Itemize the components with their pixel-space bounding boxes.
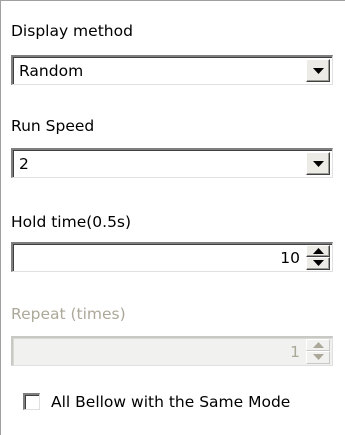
hold-time-label: Hold time(0.5s) bbox=[11, 213, 132, 231]
run-speed-dropdown-button[interactable] bbox=[306, 152, 330, 175]
repeat-value: 1 bbox=[290, 343, 300, 361]
display-method-label: Display method bbox=[11, 22, 133, 40]
chevron-down-icon bbox=[313, 161, 324, 167]
same-mode-label: All Bellow with the Same Mode bbox=[51, 393, 291, 411]
run-speed-select[interactable]: 2 bbox=[11, 148, 333, 178]
spin-down-icon bbox=[313, 354, 324, 360]
spin-up-icon bbox=[313, 248, 324, 254]
hold-time-increment-button[interactable] bbox=[306, 245, 330, 257]
repeat-increment-button[interactable] bbox=[306, 339, 330, 351]
repeat-spin-buttons bbox=[306, 339, 330, 364]
hold-time-value: 10 bbox=[280, 249, 300, 267]
run-speed-value: 2 bbox=[19, 155, 29, 173]
settings-panel: Display method Random Run Speed 2 Hold t… bbox=[0, 0, 345, 435]
repeat-decrement-button[interactable] bbox=[306, 351, 330, 364]
repeat-label: Repeat (times) bbox=[11, 305, 126, 323]
hold-time-spinbox[interactable]: 10 bbox=[11, 242, 333, 272]
spin-up-icon bbox=[313, 342, 324, 348]
spin-down-icon bbox=[313, 260, 324, 266]
display-method-value: Random bbox=[19, 62, 84, 80]
display-method-dropdown-button[interactable] bbox=[306, 59, 330, 82]
hold-time-spin-buttons bbox=[306, 245, 330, 270]
chevron-down-icon bbox=[313, 68, 324, 74]
display-method-select[interactable]: Random bbox=[11, 55, 333, 85]
hold-time-decrement-button[interactable] bbox=[306, 257, 330, 270]
same-mode-checkbox[interactable] bbox=[23, 393, 40, 410]
repeat-spinbox[interactable]: 1 bbox=[11, 336, 333, 366]
run-speed-label: Run Speed bbox=[11, 117, 95, 135]
